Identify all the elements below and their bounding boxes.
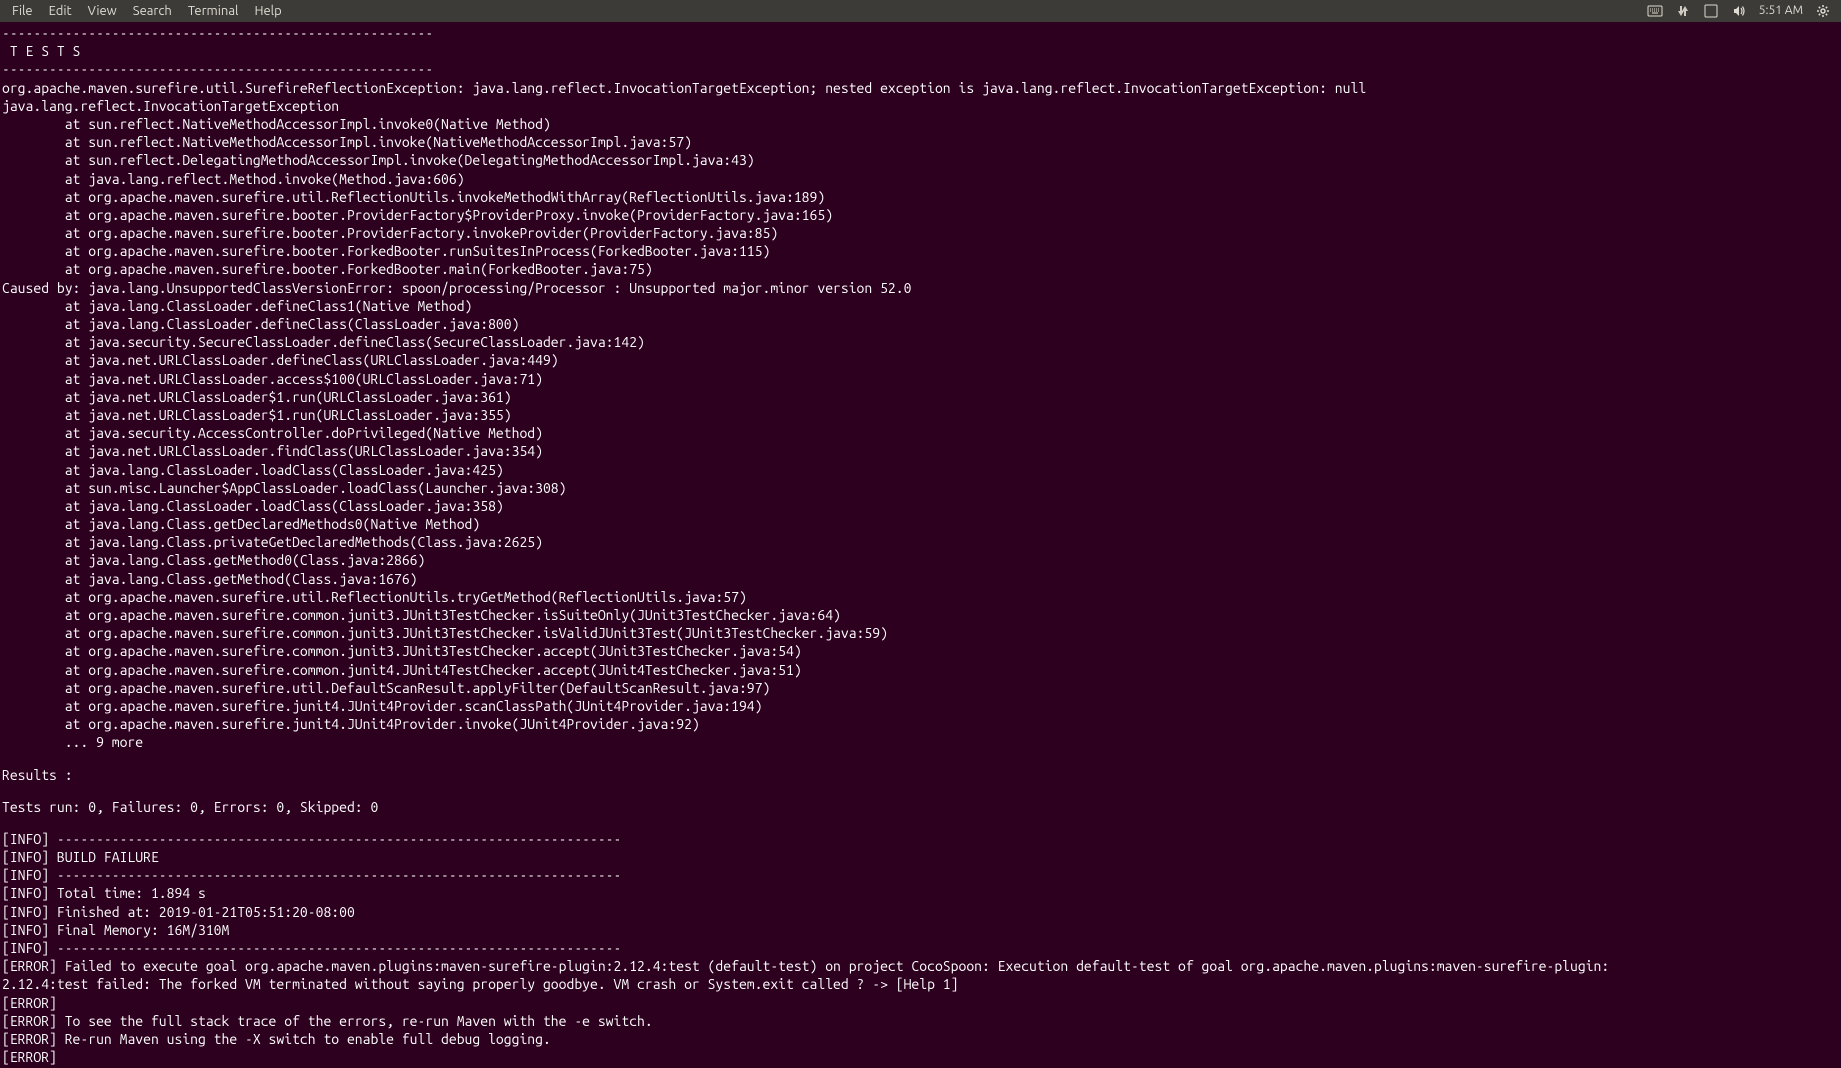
terminal-line: at java.lang.ClassLoader.loadClass(Class…: [2, 497, 1839, 515]
terminal-line: at java.lang.ClassLoader.defineClass1(Na…: [2, 297, 1839, 315]
terminal-line: [ERROR]: [2, 1048, 1839, 1066]
terminal-line: java.lang.reflect.InvocationTargetExcept…: [2, 97, 1839, 115]
terminal-line: at org.apache.maven.surefire.junit4.JUni…: [2, 715, 1839, 733]
terminal-line: at java.lang.Class.privateGetDeclaredMet…: [2, 533, 1839, 551]
terminal-line: at sun.reflect.NativeMethodAccessorImpl.…: [2, 115, 1839, 133]
terminal-line: at org.apache.maven.surefire.common.juni…: [2, 661, 1839, 679]
terminal-output[interactable]: ----------------------------------------…: [0, 22, 1841, 1068]
terminal-line: at org.apache.maven.surefire.util.Reflec…: [2, 588, 1839, 606]
terminal-line: at org.apache.maven.surefire.common.juni…: [2, 606, 1839, 624]
language-indicator-icon[interactable]: [1703, 3, 1719, 19]
terminal-line: [ERROR]: [2, 994, 1839, 1012]
menu-view[interactable]: View: [80, 1, 125, 22]
terminal-line: at java.security.SecureClassLoader.defin…: [2, 333, 1839, 351]
network-icon[interactable]: [1675, 3, 1691, 19]
menubar-left: File Edit View Search Terminal Help: [4, 1, 290, 22]
terminal-line: at java.net.URLClassLoader.access$100(UR…: [2, 370, 1839, 388]
terminal-line: org.apache.maven.surefire.util.SurefireR…: [2, 79, 1839, 97]
terminal-line: at java.lang.Class.getMethod(Class.java:…: [2, 570, 1839, 588]
terminal-line: [ERROR] To see the full stack trace of t…: [2, 1012, 1839, 1030]
terminal-line: T E S T S: [2, 42, 1839, 60]
keyboard-icon[interactable]: [1647, 3, 1663, 19]
terminal-line: at java.security.AccessController.doPriv…: [2, 424, 1839, 442]
terminal-line: [INFO] ---------------------------------…: [2, 939, 1839, 957]
menu-terminal[interactable]: Terminal: [180, 1, 247, 22]
terminal-line: 2.12.4:test failed: The forked VM termin…: [2, 975, 1839, 993]
terminal-line: Caused by: java.lang.UnsupportedClassVer…: [2, 279, 1839, 297]
menu-search[interactable]: Search: [125, 1, 180, 22]
terminal-line: [INFO] Final Memory: 16M/310M: [2, 921, 1839, 939]
menubar-right: 5:51 AM: [1647, 3, 1837, 19]
terminal-line: [INFO] Finished at: 2019-01-21T05:51:20-…: [2, 903, 1839, 921]
terminal-line: at org.apache.maven.surefire.common.juni…: [2, 642, 1839, 660]
terminal-line: at sun.misc.Launcher$AppClassLoader.load…: [2, 479, 1839, 497]
terminal-line: at org.apache.maven.surefire.common.juni…: [2, 624, 1839, 642]
menu-file[interactable]: File: [4, 1, 41, 22]
terminal-line: at java.lang.Class.getDeclaredMethods0(N…: [2, 515, 1839, 533]
terminal-line: at java.net.URLClassLoader$1.run(URLClas…: [2, 388, 1839, 406]
terminal-line: [INFO] ---------------------------------…: [2, 866, 1839, 884]
terminal-line: ... 9 more: [2, 733, 1839, 751]
terminal-line: at java.net.URLClassLoader.findClass(URL…: [2, 442, 1839, 460]
terminal-line: Results :: [2, 766, 1839, 784]
terminal-line: at java.net.URLClassLoader$1.run(URLClas…: [2, 406, 1839, 424]
terminal-line: at org.apache.maven.surefire.booter.Prov…: [2, 206, 1839, 224]
menu-help[interactable]: Help: [246, 1, 289, 22]
terminal-line: at sun.reflect.NativeMethodAccessorImpl.…: [2, 133, 1839, 151]
session-gear-icon[interactable]: [1815, 3, 1831, 19]
terminal-line: at org.apache.maven.surefire.booter.Fork…: [2, 242, 1839, 260]
terminal-line: at java.lang.ClassLoader.defineClass(Cla…: [2, 315, 1839, 333]
menu-edit[interactable]: Edit: [41, 1, 80, 22]
terminal-line: ----------------------------------------…: [2, 24, 1839, 42]
terminal-line: at java.lang.ClassLoader.loadClass(Class…: [2, 461, 1839, 479]
terminal-line: Tests run: 0, Failures: 0, Errors: 0, Sk…: [2, 798, 1839, 816]
menubar: File Edit View Search Terminal Help: [0, 0, 1841, 22]
terminal-line: [INFO] Total time: 1.894 s: [2, 884, 1839, 902]
terminal-line: at sun.reflect.DelegatingMethodAccessorI…: [2, 151, 1839, 169]
terminal-line: [2, 752, 1839, 766]
terminal-line: at org.apache.maven.surefire.booter.Fork…: [2, 260, 1839, 278]
terminal-line: [INFO] BUILD FAILURE: [2, 848, 1839, 866]
terminal-line: at org.apache.maven.surefire.util.Defaul…: [2, 679, 1839, 697]
terminal-line: [ERROR] Re-run Maven using the -X switch…: [2, 1030, 1839, 1048]
terminal-line: [ERROR] Failed to execute goal org.apach…: [2, 957, 1839, 975]
volume-icon[interactable]: [1731, 3, 1747, 19]
terminal-line: at java.net.URLClassLoader.defineClass(U…: [2, 351, 1839, 369]
terminal-line: [INFO] ---------------------------------…: [2, 830, 1839, 848]
terminal-line: at org.apache.maven.surefire.util.Reflec…: [2, 188, 1839, 206]
terminal-line: at org.apache.maven.surefire.junit4.JUni…: [2, 697, 1839, 715]
terminal-line: at java.lang.reflect.Method.invoke(Metho…: [2, 170, 1839, 188]
terminal-line: at org.apache.maven.surefire.booter.Prov…: [2, 224, 1839, 242]
clock[interactable]: 5:51 AM: [1759, 3, 1803, 19]
terminal-line: ----------------------------------------…: [2, 60, 1839, 78]
terminal-line: [2, 816, 1839, 830]
terminal-line: [2, 784, 1839, 798]
terminal-line: at java.lang.Class.getMethod0(Class.java…: [2, 551, 1839, 569]
